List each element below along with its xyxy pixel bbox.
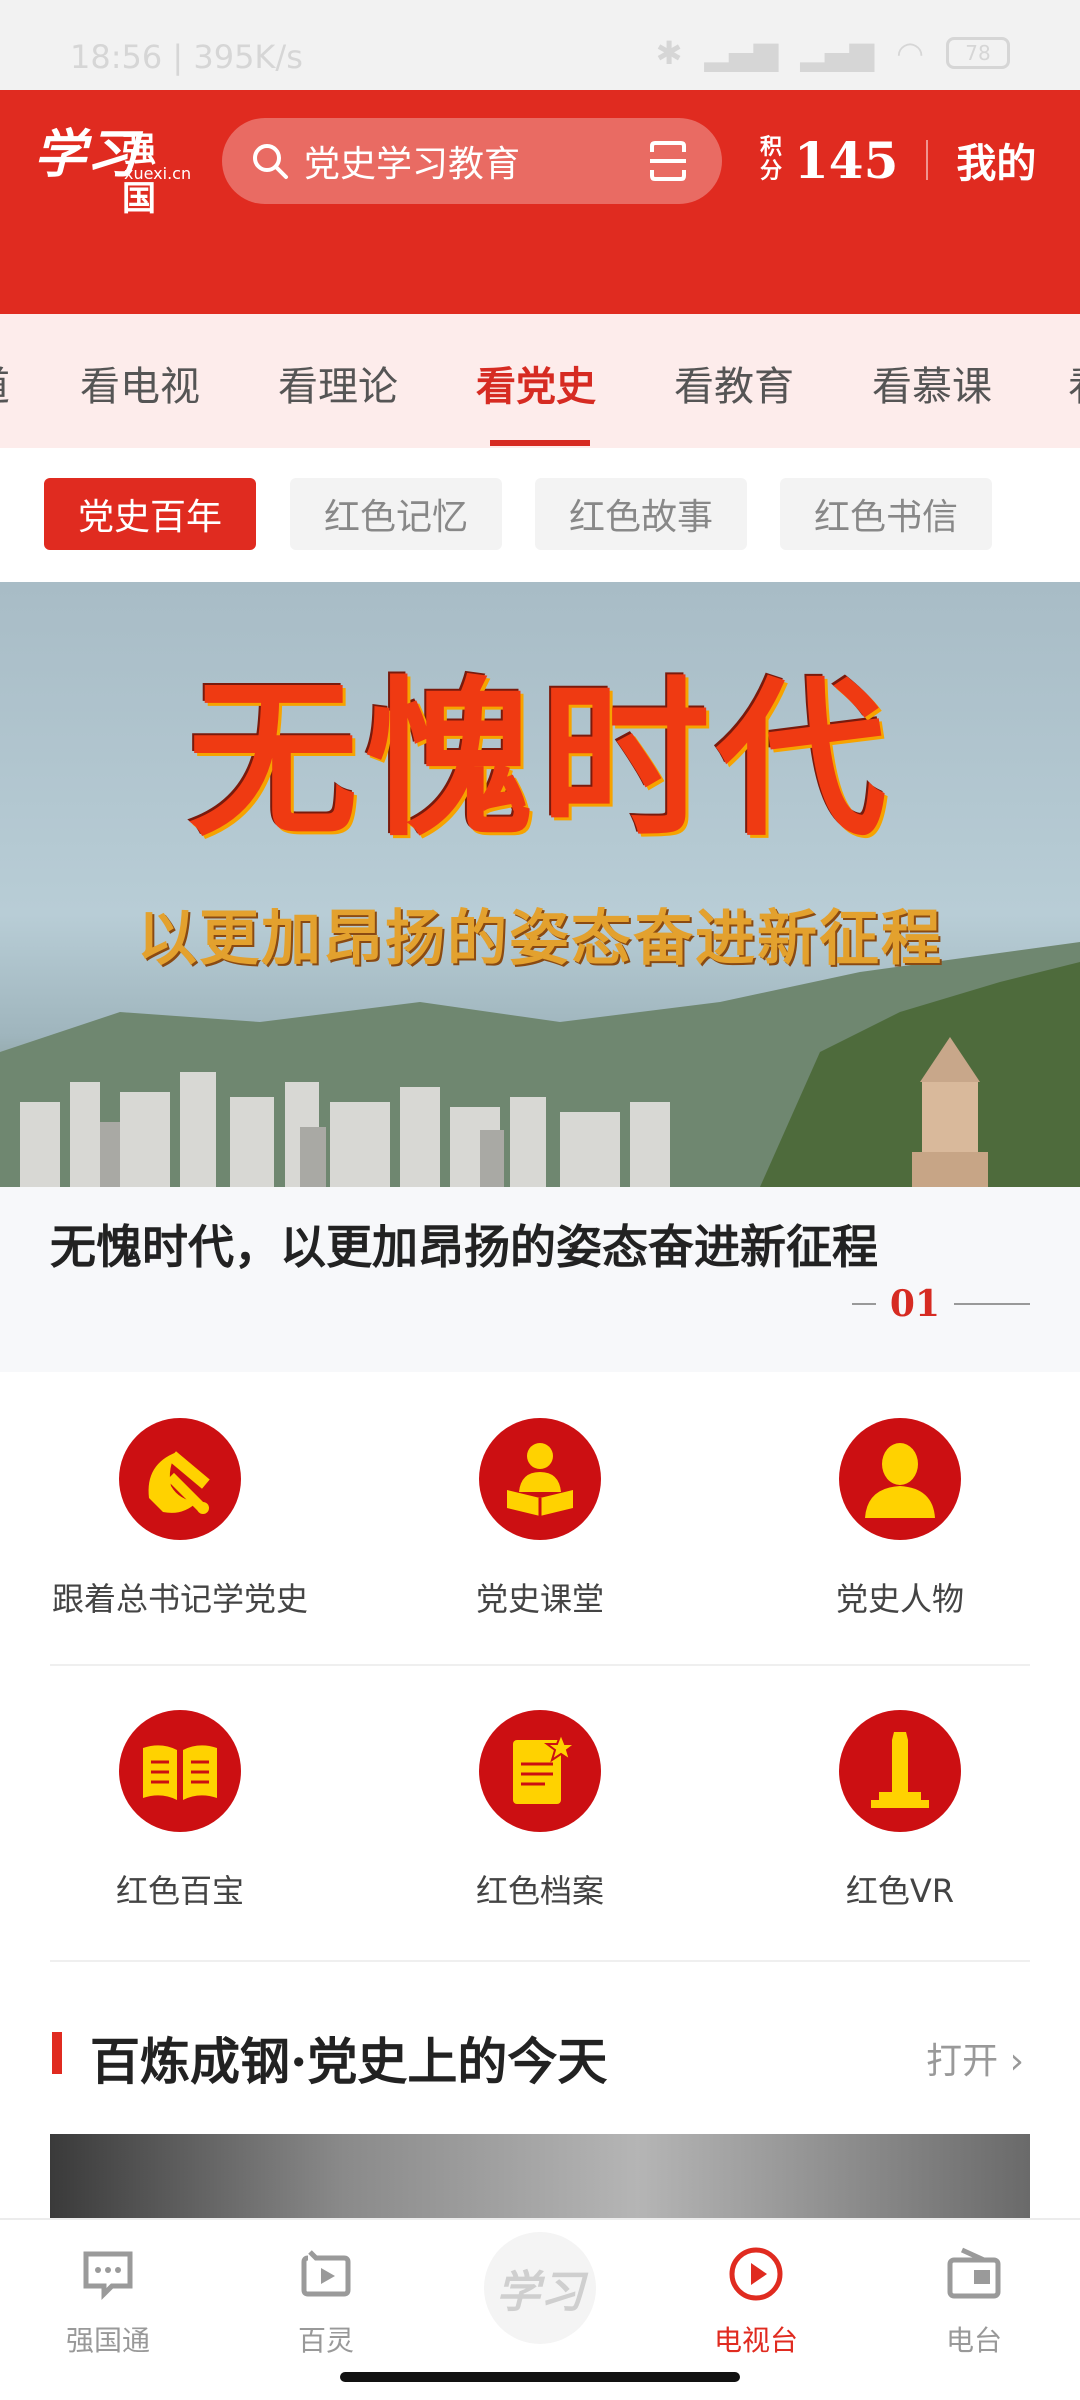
feature-label: 红色百宝 bbox=[115, 1872, 244, 1910]
feature-red-treasures[interactable]: 红色百宝 bbox=[0, 1710, 360, 1912]
person-icon bbox=[839, 1418, 961, 1540]
radio-icon bbox=[947, 2247, 1001, 2299]
status-icons: ✱ ▂▄▆ ▂▄▆ ◠ 78 bbox=[656, 34, 1010, 72]
header-divider bbox=[926, 140, 929, 180]
section-title: 百炼成钢·党史上的今天 bbox=[90, 2032, 608, 2091]
chevron-right-icon: › bbox=[1009, 2041, 1024, 2082]
hero-banner[interactable]: 无愧时代 以更加昂扬的姿态奋进新征程 bbox=[0, 582, 1080, 1187]
banner-title-art: 无愧时代 bbox=[187, 660, 892, 860]
hammer-sickle-icon bbox=[119, 1418, 241, 1540]
banner-caption-text: 无愧时代，以更加昂扬的姿态奋进新征程 bbox=[50, 1220, 878, 1274]
section-accent-bar bbox=[52, 2032, 62, 2074]
grid-divider-bottom bbox=[50, 1960, 1030, 1962]
chip-red-story[interactable]: 红色故事 bbox=[535, 478, 747, 550]
tab-partial-left[interactable]: 道 bbox=[0, 354, 10, 412]
feature-history-class[interactable]: 党史课堂 bbox=[360, 1418, 720, 1620]
tab-partial-right[interactable]: 看 bbox=[1068, 354, 1080, 412]
feature-label: 跟着总书记学党史 bbox=[51, 1580, 308, 1618]
tab-tv[interactable]: 看电视 bbox=[80, 354, 200, 412]
feature-red-vr[interactable]: 红色VR bbox=[720, 1710, 1080, 1912]
pager-line-right bbox=[954, 1303, 1030, 1305]
active-tab-indicator bbox=[490, 440, 590, 446]
nav-label: 百灵 bbox=[297, 2324, 354, 2357]
nav-label: 电视台 bbox=[713, 2324, 798, 2357]
reader-icon bbox=[479, 1418, 601, 1540]
chat-icon bbox=[83, 2251, 133, 2301]
nav-study-home[interactable]: 学习 bbox=[484, 2232, 596, 2344]
status-bar: 18:56 | 395K/s ✱ ▂▄▆ ▂▄▆ ◠ 78 bbox=[0, 0, 1080, 90]
banner-pager: 01 bbox=[851, 1283, 1030, 1325]
signal-icon: ▂▄▆ bbox=[704, 34, 779, 72]
feature-follow-secretary[interactable]: 跟着总书记学党史 bbox=[0, 1418, 360, 1620]
feature-label: 党史课堂 bbox=[475, 1580, 604, 1618]
search-placeholder: 党史学习教育 bbox=[304, 144, 521, 185]
points-value: 145 bbox=[794, 130, 899, 190]
tab-education[interactable]: 看教育 bbox=[674, 354, 794, 412]
feature-label: 红色VR bbox=[845, 1872, 955, 1910]
section-history-photo[interactable] bbox=[50, 2134, 1030, 2220]
nav-radio[interactable]: 电台 bbox=[904, 2244, 1044, 2359]
app-logo[interactable]: 学习 强国 xuexi.cn bbox=[34, 112, 191, 219]
document-star-icon bbox=[479, 1710, 601, 1832]
play-circle-icon bbox=[729, 2247, 783, 2301]
points-label: 积分 bbox=[760, 135, 783, 184]
home-indicator bbox=[340, 2372, 740, 2382]
search-icon bbox=[253, 144, 288, 179]
search-bar[interactable]: 党史学习教育 bbox=[222, 118, 722, 204]
feature-red-archives[interactable]: 红色档案 bbox=[360, 1710, 720, 1912]
tab-theory[interactable]: 看理论 bbox=[278, 354, 398, 412]
nav-label: 电台 bbox=[945, 2324, 1002, 2357]
chip-centennial[interactable]: 党史百年 bbox=[44, 478, 256, 550]
bluetooth-icon: ✱ bbox=[655, 34, 683, 72]
chip-red-letters[interactable]: 红色书信 bbox=[780, 478, 992, 550]
nav-tv-station[interactable]: 电视台 bbox=[686, 2244, 826, 2359]
feature-label: 党史人物 bbox=[835, 1580, 964, 1618]
mine-button[interactable]: 我的 bbox=[956, 131, 1036, 189]
nav-label: 强国通 bbox=[65, 2324, 150, 2357]
section-open-link[interactable]: 打开 › bbox=[926, 2032, 1024, 2084]
wifi-icon: ◠ bbox=[896, 34, 924, 72]
points-area[interactable]: 积分 145 我的 bbox=[760, 120, 1036, 200]
status-time: 18:56 | 395K/s bbox=[70, 38, 303, 76]
logo-domain: xuexi.cn bbox=[124, 164, 192, 183]
banner-subtitle-art: 以更加昂扬的姿态奋进新征程 bbox=[137, 904, 943, 974]
chip-red-memory[interactable]: 红色记忆 bbox=[290, 478, 502, 550]
category-tabs: 道 看电视 看理论 看党史 看教育 看慕课 看 bbox=[0, 314, 1080, 448]
tab-mooc[interactable]: 看慕课 bbox=[872, 354, 992, 412]
nav-qiangguotong[interactable]: 强国通 bbox=[38, 2244, 178, 2359]
play-square-icon bbox=[301, 2250, 351, 2297]
pager-index: 01 bbox=[889, 1283, 940, 1325]
feature-history-figures[interactable]: 党史人物 bbox=[720, 1418, 1080, 1620]
tab-party-history[interactable]: 看党史 bbox=[476, 354, 596, 412]
section-open-label: 打开 bbox=[926, 2041, 999, 2082]
banner-caption[interactable]: 无愧时代，以更加昂扬的姿态奋进新征程 01 bbox=[0, 1187, 1080, 1372]
scan-icon[interactable] bbox=[648, 140, 688, 182]
feature-label: 红色档案 bbox=[475, 1872, 604, 1910]
pager-line-left bbox=[851, 1303, 876, 1305]
nav-bailing[interactable]: 百灵 bbox=[256, 2244, 396, 2359]
open-book-icon bbox=[119, 1710, 241, 1832]
battery-icon: 78 bbox=[946, 37, 1010, 69]
signal-icon-2: ▂▄▆ bbox=[800, 34, 875, 72]
monument-icon bbox=[839, 1710, 961, 1832]
grid-divider bbox=[50, 1664, 1030, 1666]
